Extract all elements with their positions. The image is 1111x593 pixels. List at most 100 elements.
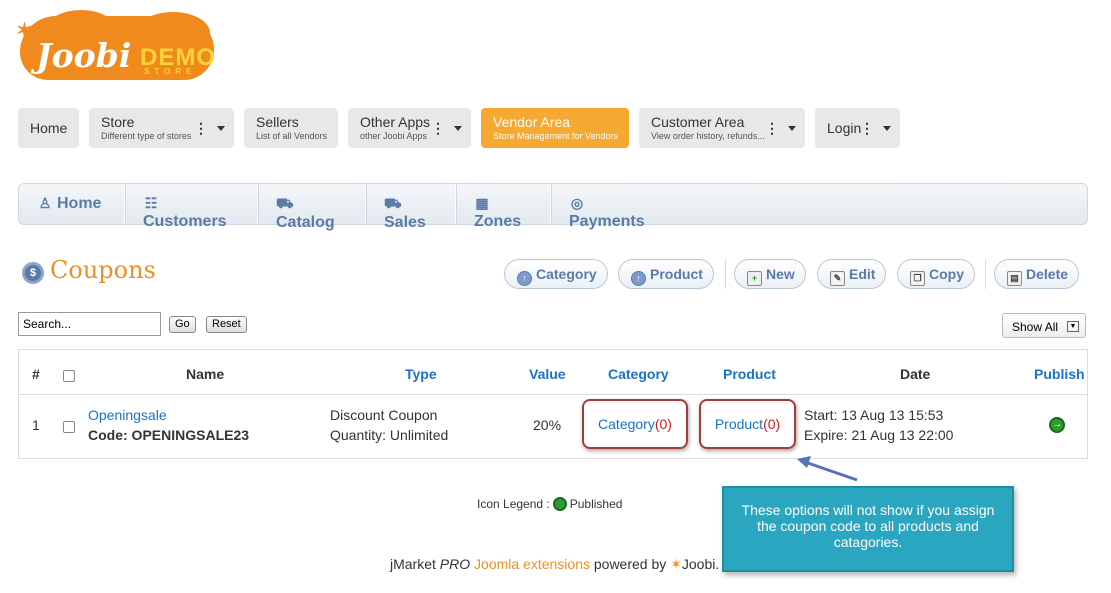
nav-payments[interactable]: ◎ Payments xyxy=(551,184,673,230)
caret-down-icon[interactable] xyxy=(217,126,225,131)
plus-icon: + xyxy=(747,271,762,286)
nav-sales[interactable]: ⛟ Sales xyxy=(366,184,456,231)
table-header: # Name Type Value Category Product Date … xyxy=(19,350,1087,395)
reset-button[interactable]: Reset xyxy=(206,316,247,333)
nav-customers[interactable]: ☷ Customers xyxy=(125,184,258,230)
footer-extensions-link[interactable]: Joomla extensions xyxy=(474,556,590,572)
product-count: (0) xyxy=(763,416,781,432)
trash-icon: ▤ xyxy=(1007,271,1022,286)
nav-catalog[interactable]: ⛟ Catalog xyxy=(258,184,366,231)
product-link-label: Product xyxy=(714,416,764,432)
col-type[interactable]: Type xyxy=(405,366,437,382)
category-count: (0) xyxy=(654,416,672,432)
delete-button[interactable]: ▤ Delete xyxy=(994,259,1080,289)
footer-pro: PRO xyxy=(439,556,471,572)
col-category[interactable]: Category xyxy=(608,366,669,382)
button-label: Category xyxy=(536,266,597,282)
button-label: Edit xyxy=(849,266,876,282)
coupon-icon: $ xyxy=(22,262,44,284)
menu-item-login[interactable]: Login ⋮ xyxy=(815,108,900,148)
menu-item-home[interactable]: Home xyxy=(18,108,79,148)
nav-label: Zones xyxy=(474,213,522,230)
dropdown-arrow-icon[interactable]: ▼ xyxy=(1067,321,1079,332)
joobi-demo-logo[interactable]: ✶ Joobi DEMO STORE xyxy=(16,10,216,84)
edit-button[interactable]: ✎ Edit xyxy=(817,259,887,289)
callout-note: These options will not show if you assig… xyxy=(722,486,1014,572)
caret-down-icon[interactable] xyxy=(883,126,891,131)
caret-down-icon[interactable] xyxy=(788,126,796,131)
button-label: New xyxy=(766,266,795,282)
caret-down-icon[interactable] xyxy=(454,126,462,131)
category-link-highlighted[interactable]: Category(0) xyxy=(582,399,688,449)
coupon-type: Discount Coupon xyxy=(330,407,438,423)
more-vertical-icon[interactable]: ⋮ xyxy=(765,120,779,137)
select-value: Show All xyxy=(1012,320,1059,334)
nav-label: Sales xyxy=(384,214,426,231)
menu-item-subtitle: Store Management for Vendors xyxy=(493,131,619,141)
go-button[interactable]: Go xyxy=(169,316,196,333)
vendor-nav: ♙ Home ☷Customers ⛟Catalog ⛟Sales ▦Zones … xyxy=(18,183,1088,231)
copy-icon: ❐ xyxy=(910,271,925,286)
menu-item-vendor-area[interactable]: Vendor Area Store Management for Vendors xyxy=(481,108,629,148)
menu-item-title: Other Apps xyxy=(360,114,431,130)
legend-published: Published xyxy=(569,497,623,511)
arrow-up-icon: ↑ xyxy=(631,271,646,286)
category-link-label: Category xyxy=(598,416,655,432)
nav-label: Catalog xyxy=(276,214,335,231)
menu-item-other-apps[interactable]: Other Apps other Joobi Apps ⋮ xyxy=(348,108,471,148)
more-vertical-icon[interactable]: ⋮ xyxy=(431,120,445,137)
footer-joobi-link[interactable]: Joobi. xyxy=(682,556,719,572)
row-num: 1 xyxy=(32,417,40,433)
page-title: Coupons xyxy=(50,256,156,284)
copy-button[interactable]: ❐ Copy xyxy=(897,259,975,289)
col-product[interactable]: Product xyxy=(723,366,776,382)
show-all-select[interactable]: Show All ▼ xyxy=(1002,313,1086,338)
col-name: Name xyxy=(186,366,225,382)
nav-label: Customers xyxy=(143,213,227,230)
new-button[interactable]: + New xyxy=(734,259,806,289)
coupon-quantity: Quantity: Unlimited xyxy=(330,427,449,443)
button-label: Product xyxy=(650,266,703,282)
button-label: Delete xyxy=(1026,266,1069,282)
menu-item-title: Vendor Area xyxy=(493,114,571,130)
footer: jMarket PRO Joomla extensions powered by… xyxy=(390,556,719,573)
logo-text: Joobi xyxy=(36,36,132,75)
coupon-value: 20% xyxy=(533,417,562,433)
select-all-checkbox[interactable] xyxy=(63,370,75,382)
product-button[interactable]: ↑ Product xyxy=(618,259,714,289)
col-publish[interactable]: Publish xyxy=(1034,366,1085,382)
menu-item-subtitle: List of all Vendors xyxy=(256,131,328,141)
toolbar-divider xyxy=(985,259,986,289)
nav-zones[interactable]: ▦ Zones xyxy=(456,184,551,230)
calendar-icon: ▦ xyxy=(475,195,489,211)
coupon-name-link[interactable]: Openingsale xyxy=(88,407,167,423)
search-input[interactable]: Search... xyxy=(18,312,161,336)
icon-legend: Icon Legend : Published xyxy=(477,497,622,511)
nav-label: Home xyxy=(57,195,102,212)
cart-icon: ⛟ xyxy=(276,195,294,211)
row-checkbox[interactable] xyxy=(63,421,75,433)
footer-powered: powered by xyxy=(593,556,667,572)
more-vertical-icon[interactable]: ⋮ xyxy=(194,120,208,137)
callout-arrow xyxy=(797,456,858,482)
published-icon[interactable]: → xyxy=(1049,417,1065,433)
truck-icon: ⛟ xyxy=(384,195,402,211)
published-legend-icon xyxy=(552,497,567,511)
col-num: # xyxy=(32,366,40,382)
button-label: Copy xyxy=(929,266,964,282)
nav-home[interactable]: ♙ Home xyxy=(19,184,125,224)
product-link-highlighted[interactable]: Product(0) xyxy=(699,399,796,449)
col-value[interactable]: Value xyxy=(529,366,566,382)
coupon-start: Start: 13 Aug 13 15:53 xyxy=(804,407,944,423)
menu-item-sellers[interactable]: Sellers List of all Vendors xyxy=(244,108,338,148)
arrow-up-icon: ↑ xyxy=(517,271,532,286)
coupon-code: Code: OPENINGSALE23 xyxy=(88,427,250,443)
logo-store: STORE xyxy=(144,67,197,76)
menu-item-store[interactable]: Store Different type of stores ⋮ xyxy=(89,108,234,148)
more-vertical-icon[interactable]: ⋮ xyxy=(860,120,874,137)
category-button[interactable]: ↑ Category xyxy=(504,259,608,289)
coin-icon: ◎ xyxy=(570,195,584,211)
menu-item-title: Sellers xyxy=(256,114,299,130)
menu-item-customer-area[interactable]: Customer Area View order history, refund… xyxy=(639,108,805,148)
coupon-expire: Expire: 21 Aug 13 22:00 xyxy=(804,427,954,443)
